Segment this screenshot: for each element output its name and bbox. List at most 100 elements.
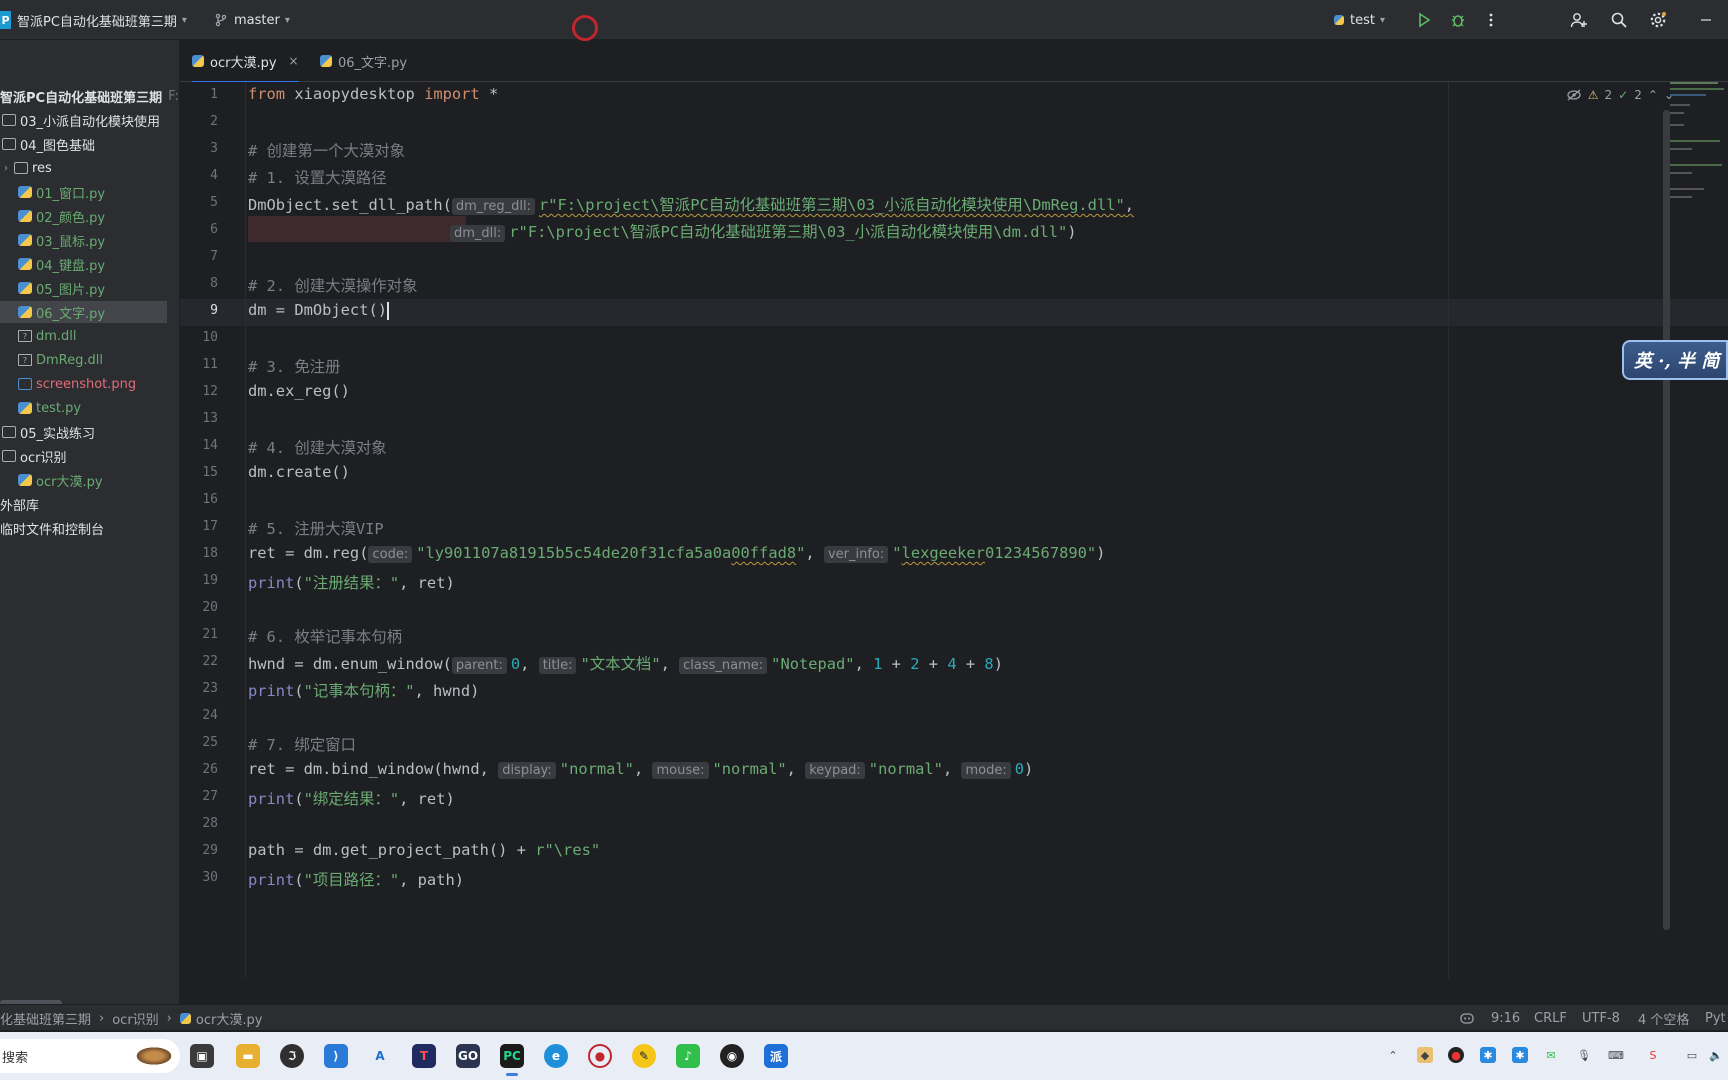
inspection-widget[interactable]: ⚠ 2 ✓ 2 ⌃ ⌄ [1566, 88, 1674, 102]
code-line[interactable]: print("绑定结果：", ret) [248, 787, 455, 809]
code-line[interactable]: # 创建第一个大漠对象 [248, 139, 405, 161]
antivirus-icon[interactable]: S [1645, 1047, 1661, 1063]
python-interpreter[interactable]: Pyt [1705, 1005, 1726, 1031]
tree-file[interactable]: ? DmReg.dll [0, 349, 179, 371]
tree-file[interactable]: 03_鼠标.py [0, 229, 179, 251]
line-separator[interactable]: CRLF [1534, 1005, 1567, 1031]
check-icon: ✓ [1618, 88, 1629, 102]
code-line[interactable]: print("记事本句柄：", hwnd) [248, 679, 479, 701]
edge-icon[interactable]: e [544, 1044, 568, 1068]
tree-scratches[interactable]: 临时文件和控制台 [0, 517, 179, 539]
caret-position[interactable]: 9:16 [1491, 1005, 1520, 1031]
ime-status-widget[interactable]: 英 ·, 半 简 [1622, 340, 1728, 380]
tray-app-icon[interactable]: ✱ [1480, 1047, 1496, 1063]
code-line[interactable]: # 5. 注册大漠VIP [248, 517, 384, 539]
code-line[interactable]: # 6. 枚举记事本句柄 [248, 625, 402, 647]
parameter-hint: keypad: [805, 762, 865, 779]
goland-icon[interactable]: GO [456, 1044, 480, 1068]
search-icon[interactable] [1608, 9, 1630, 31]
breadcrumb-item[interactable]: 化基础班第三期 [0, 1009, 91, 1028]
tray-app-icon[interactable]: ✱ [1512, 1047, 1528, 1063]
tree-folder-res[interactable]: › res [0, 157, 179, 179]
code-editor[interactable]: 1 2 3 4 5 6 7 8 9 10 11 12 13 14 15 16 17 18 19 20 21 22 23 24 2… [180, 82, 1728, 978]
jetbrains-toolbox-icon[interactable]: T [412, 1044, 436, 1068]
file-explorer-icon[interactable]: ▬ [236, 1044, 260, 1068]
copilot-icon[interactable] [1459, 1005, 1475, 1031]
run-icon[interactable] [1413, 9, 1435, 31]
project-selector[interactable]: P 智派PC自动化基础班第三期 ▾ [0, 0, 187, 40]
tree-file[interactable]: 02_颜色.py [0, 205, 179, 227]
tree-folder-04[interactable]: 04_图色基础 [0, 133, 179, 155]
code-line[interactable]: # 2. 创建大漠操作对象 [248, 274, 417, 296]
speaker-icon[interactable]: 🔈 [1708, 1047, 1724, 1063]
pycharm-icon[interactable]: PC [500, 1044, 524, 1076]
tree-root[interactable]: 智派PC自动化基础班第三期 F:\ [0, 85, 179, 107]
tree-external-libs[interactable]: 外部库 [0, 493, 179, 515]
run-config-selector[interactable]: test ▾ [1334, 0, 1385, 40]
tree-file[interactable]: test.py [0, 397, 179, 419]
task-view-icon[interactable]: ▣ [190, 1044, 214, 1068]
debug-icon[interactable] [1447, 9, 1469, 31]
tray-overflow-icon[interactable]: ⌃ [1385, 1047, 1401, 1063]
code-line[interactable]: ret = dm.bind_window(hwnd, display: "norm… [248, 760, 1033, 779]
translate-icon[interactable]: A [368, 1044, 392, 1068]
pai-app-icon[interactable]: 派 [764, 1044, 788, 1068]
code-line[interactable]: ret = dm.reg(code: "ly901107a81915b5c54de… [248, 544, 1105, 563]
tree-folder-03[interactable]: 03_小派自动化模块使用 [0, 109, 179, 131]
wechat-icon[interactable]: ✉ [1543, 1047, 1559, 1063]
editor-vertical-scrollbar[interactable] [1663, 110, 1670, 930]
close-icon[interactable]: × [289, 54, 299, 68]
app-circle-icon[interactable]: ℑ [280, 1044, 304, 1068]
tab-ocr-dm[interactable]: ocr大漠.py × [192, 40, 299, 83]
code-line[interactable]: # 1. 设置大漠路径 [248, 166, 387, 188]
branch-selector[interactable]: master ▾ [214, 0, 290, 40]
breadcrumb-item[interactable]: ocr大漠.py [196, 1009, 263, 1028]
code-line[interactable]: print("项目路径：", path) [248, 868, 464, 890]
code-line[interactable]: # 3. 免注册 [248, 355, 341, 377]
code-line[interactable]: dm = DmObject() [248, 301, 389, 320]
obs-icon[interactable]: ◉ [720, 1044, 744, 1068]
chevron-up-icon[interactable]: ⌃ [1648, 88, 1658, 102]
pencil-app-icon[interactable]: ✎ [632, 1044, 656, 1068]
code-line[interactable]: dm.ex_reg() [248, 382, 350, 400]
code-line[interactable]: # 7. 绑定窗口 [248, 733, 356, 755]
code-line[interactable]: dm_dll: r"F:\project\智派PC自动化基础班第三期\03_小派自… [248, 220, 1077, 242]
tree-file[interactable]: ocr大漠.py [0, 469, 179, 491]
microphone-icon[interactable]: 🎙 [1576, 1047, 1592, 1063]
code-line[interactable]: dm.create() [248, 463, 350, 481]
taskbar-search[interactable]: 搜索 [0, 1039, 180, 1073]
tree-file[interactable]: 04_键盘.py [0, 253, 179, 275]
tree-file[interactable]: screenshot.png [0, 373, 179, 395]
reader-mode-icon [1567, 89, 1581, 101]
minimize-window-icon[interactable] [1695, 9, 1717, 31]
code-line[interactable]: hwnd = dm.enum_window(parent: 0, title: "文… [248, 652, 1003, 674]
tray-app-icon[interactable]: ◆ [1417, 1047, 1433, 1063]
tab-06-text[interactable]: 06_文字.py [320, 40, 407, 82]
indent-setting[interactable]: 4 个空格 [1638, 1005, 1689, 1031]
breadcrumb-item[interactable]: ocr识别 [112, 1009, 158, 1028]
minimap[interactable] [1670, 80, 1726, 210]
tree-file[interactable]: 01_窗口.py [0, 181, 179, 203]
screen-recorder-icon[interactable]: ● [588, 1044, 612, 1068]
vscode-icon[interactable]: ⟩ [324, 1044, 348, 1068]
tree-file[interactable]: ? dm.dll [0, 325, 179, 347]
code-line[interactable]: print("注册结果：", ret) [248, 571, 455, 593]
display-icon[interactable]: ▭ [1684, 1047, 1700, 1063]
settings-gear-icon[interactable] [1647, 9, 1669, 31]
add-user-icon[interactable] [1568, 9, 1590, 31]
tree-folder-ocr[interactable]: ocr识别 [0, 445, 179, 467]
code-token: , [633, 760, 653, 778]
keyboard-icon[interactable]: ⌨ [1608, 1047, 1624, 1063]
tree-file-selected[interactable]: 06_文字.py [0, 301, 167, 323]
tree-file[interactable]: 05_图片.py [0, 277, 179, 299]
code-line[interactable]: path = dm.get_project_path() + r"\res" [248, 841, 600, 859]
code-line[interactable]: # 4. 创建大漠对象 [248, 436, 387, 458]
green-app-icon[interactable]: ♪ [676, 1044, 700, 1068]
code-line[interactable]: DmObject.set_dll_path(dm_reg_dll: r"F:\pr… [248, 193, 1134, 215]
tree-folder-05[interactable]: 05_实战练习 [0, 421, 179, 443]
code-token: ( [294, 682, 304, 700]
file-encoding[interactable]: UTF-8 [1582, 1005, 1620, 1031]
more-actions-icon[interactable] [1480, 9, 1502, 31]
tray-app-icon[interactable]: ● [1448, 1047, 1464, 1063]
code-line[interactable]: from xiaopydesktop import * [248, 85, 498, 103]
